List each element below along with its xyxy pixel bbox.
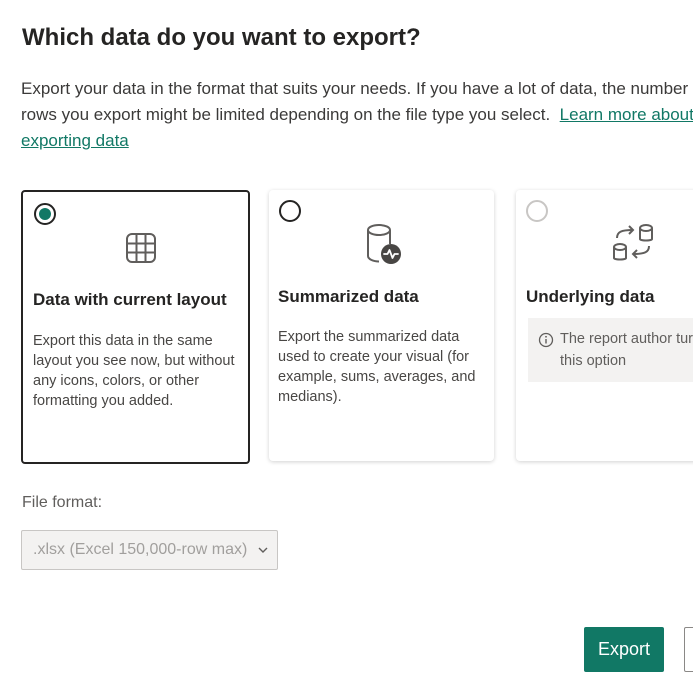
radio-selected-dot (39, 208, 51, 220)
option-card-current-layout[interactable]: Data with current layout Export this dat… (21, 190, 250, 464)
export-data-dialog: Which data do you want to export? Export… (0, 0, 693, 683)
export-button[interactable]: Export (584, 627, 664, 672)
option-title: Underlying data (526, 287, 655, 306)
database-activity-icon (367, 224, 401, 264)
dialog-description: Export your data in the format that suit… (21, 76, 693, 154)
disabled-info-box: The report author turned off this option (528, 318, 693, 382)
dialog-title: Which data do you want to export? (22, 24, 421, 51)
cancel-button[interactable] (684, 627, 693, 672)
option-description: Export this data in the same layout you … (33, 333, 235, 409)
radio-current-layout[interactable] (34, 203, 56, 225)
option-card-summarized[interactable]: Summarized data Export the summarized da… (269, 190, 494, 461)
option-description: Export the summarized data used to creat… (278, 329, 476, 405)
file-format-label: File format: (22, 494, 103, 511)
option-card-underlying: Underlying data The report author turned… (516, 190, 693, 461)
table-grid-icon (126, 233, 156, 263)
radio-underlying (526, 200, 548, 222)
file-format-select[interactable]: .xlsx (Excel 150,000-row max) (21, 530, 278, 570)
radio-summarized[interactable] (279, 200, 301, 222)
file-format-value: .xlsx (Excel 150,000-row max) (33, 541, 248, 558)
option-title: Data with current layout (33, 290, 227, 309)
database-exchange-icon (613, 224, 653, 261)
info-icon (538, 332, 554, 348)
option-title: Summarized data (278, 287, 419, 306)
chevron-down-icon (258, 547, 268, 553)
info-text: The report author turned off this option (560, 331, 693, 369)
